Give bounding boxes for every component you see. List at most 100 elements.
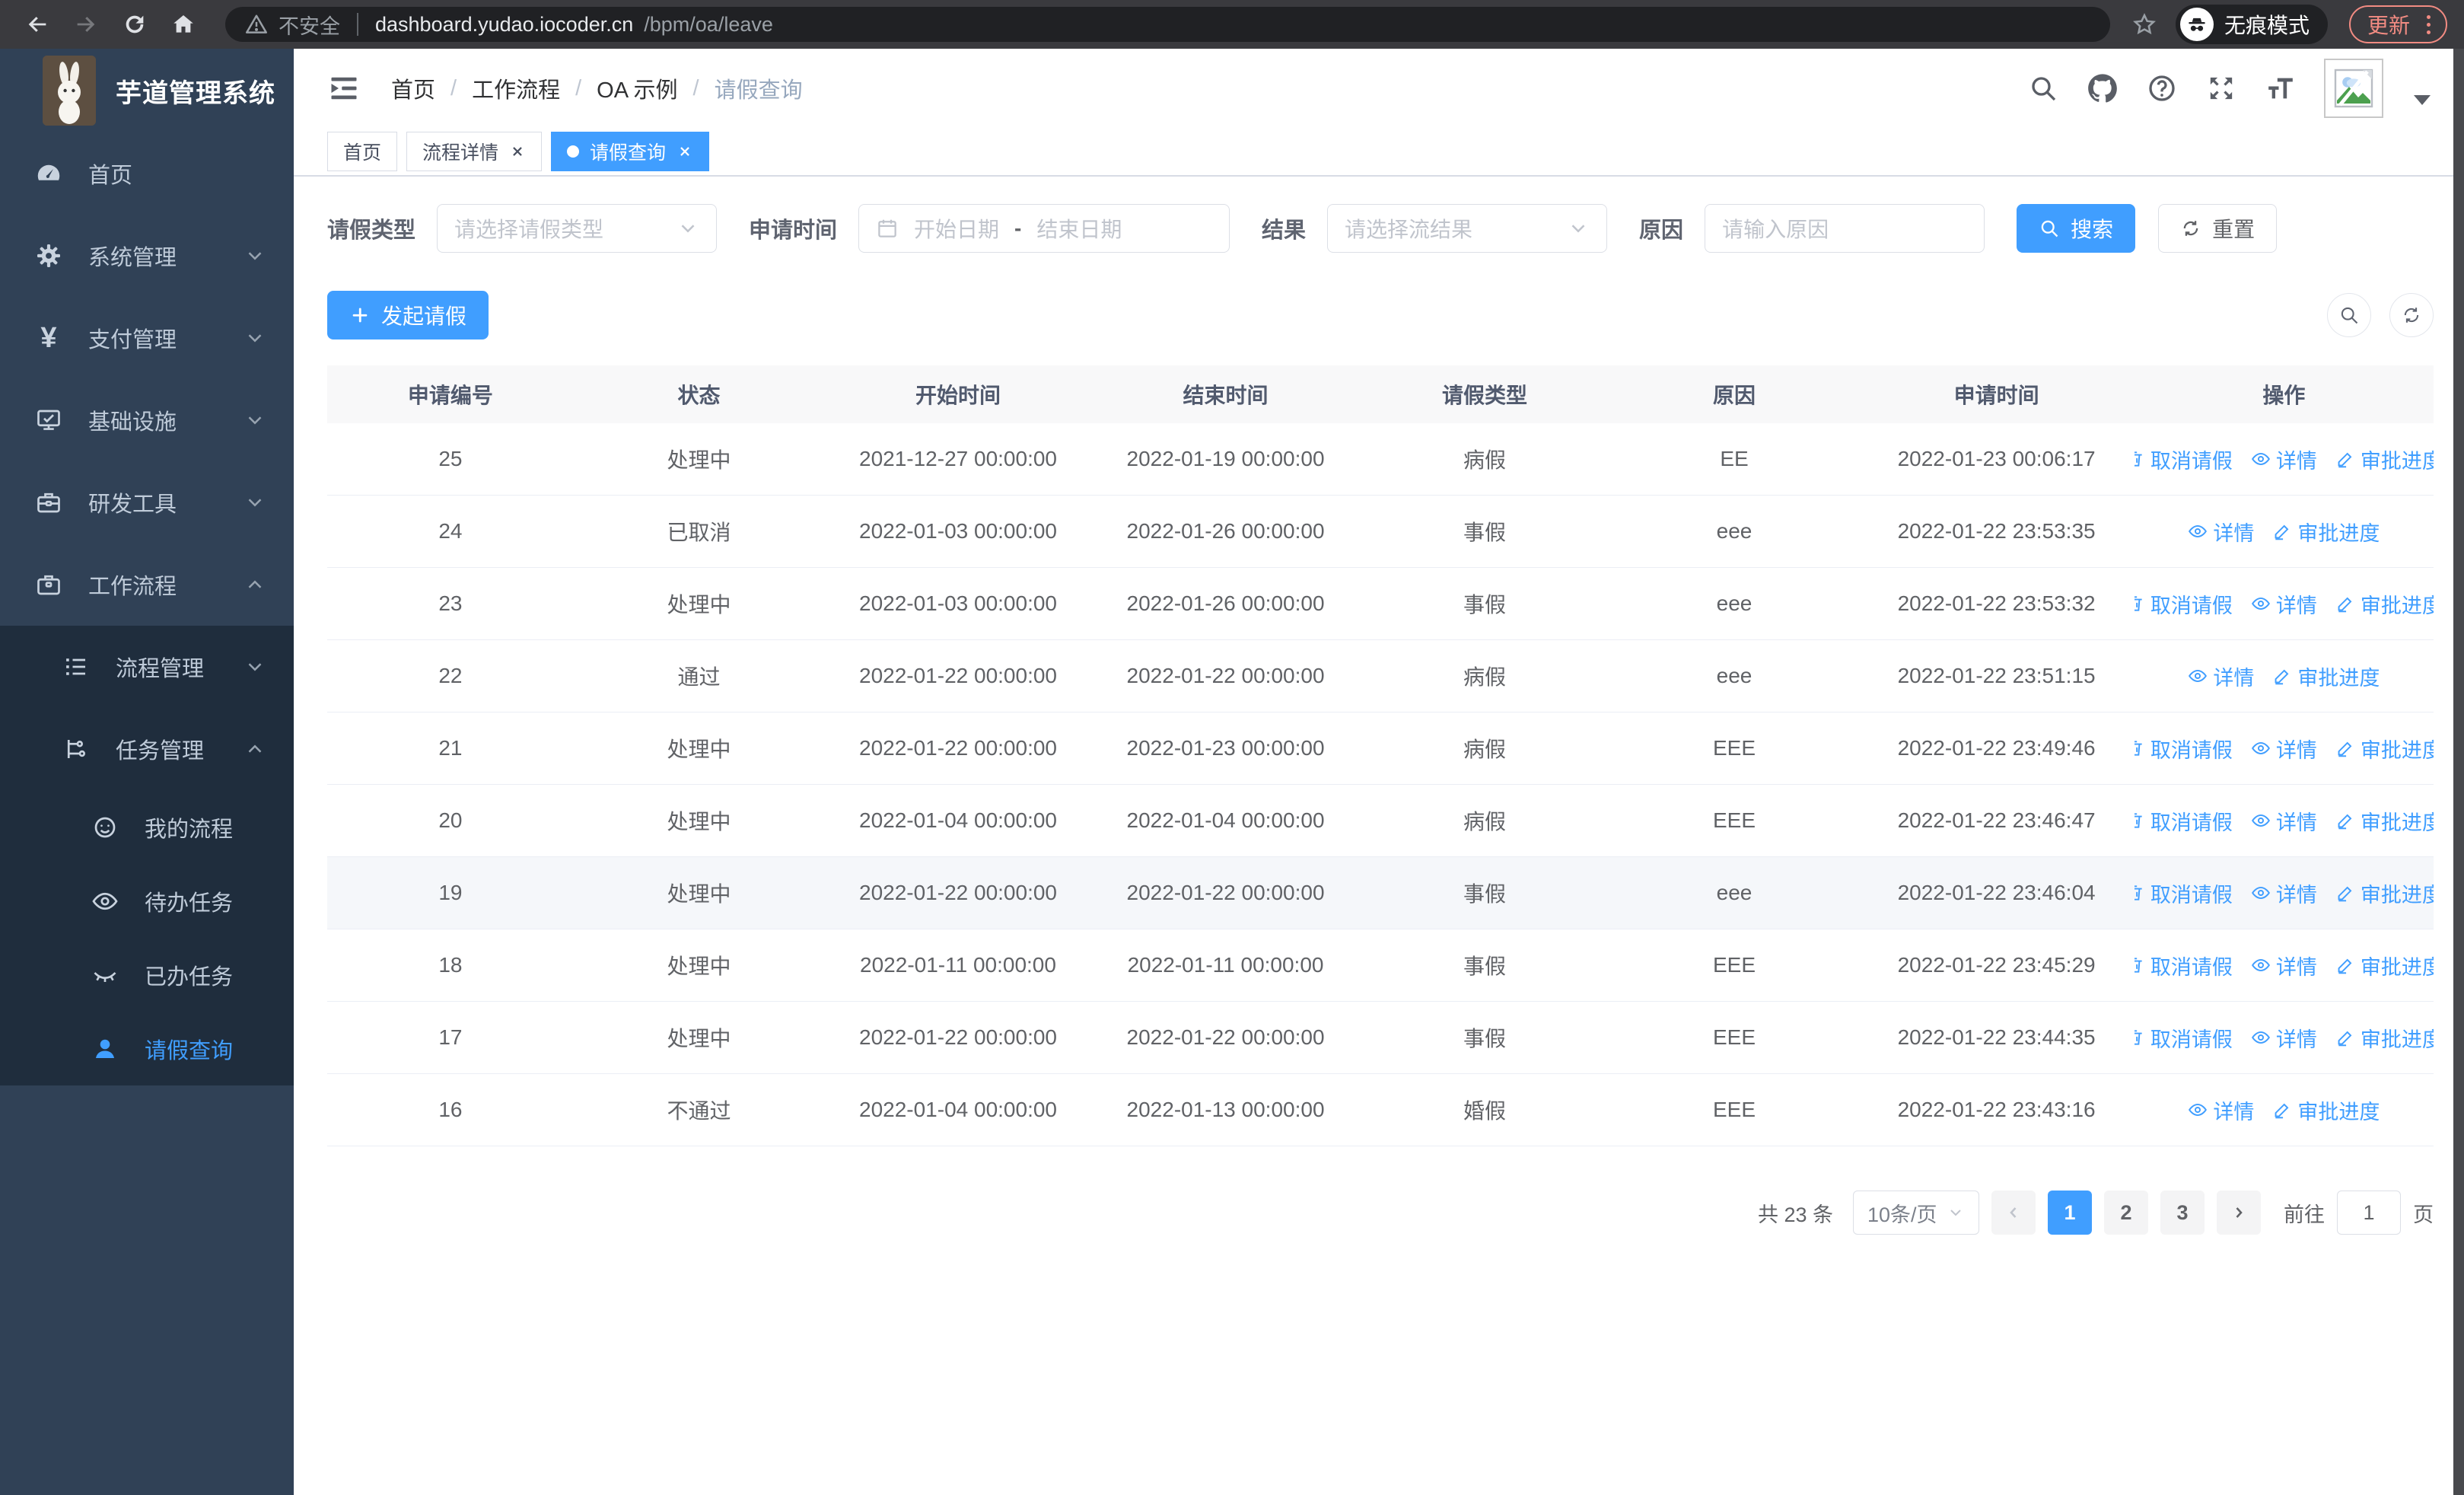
reset-button[interactable]: 重置 (2158, 204, 2278, 253)
cell-type: 病假 (1463, 665, 1506, 689)
next-page-button[interactable] (2217, 1191, 2261, 1235)
show-search-toggle-button[interactable] (2327, 293, 2371, 337)
detail-link[interactable]: 详情 (2251, 878, 2317, 908)
breadcrumb-home[interactable]: 首页 (391, 72, 435, 104)
detail-link[interactable]: 详情 (2251, 445, 2317, 474)
forward-icon (65, 4, 107, 45)
approval-progress-link[interactable]: 审批进度 (2335, 951, 2434, 980)
page-button-1[interactable]: 1 (2048, 1191, 2092, 1235)
cancel-leave-link[interactable]: 取消请假 (2134, 445, 2233, 474)
leave-type-select[interactable]: 请选择请假类型 (437, 204, 718, 253)
approval-progress-link[interactable]: 审批进度 (2335, 878, 2434, 908)
cancel-leave-link[interactable]: 取消请假 (2134, 734, 2233, 763)
address-divider (357, 13, 358, 36)
address-bar[interactable]: 不安全 dashboard.yudao.iocoder.cn/bpm/oa/le… (225, 7, 2110, 42)
breadcrumb-workflow[interactable]: 工作流程 (472, 72, 560, 104)
github-icon[interactable] (2087, 72, 2119, 104)
sidebar-item-workflow[interactable]: 工作流程 (0, 543, 294, 626)
url-host[interactable]: dashboard.yudao.iocoder.cn (375, 13, 633, 37)
cell-applied: 2022-01-22 23:49:46 (1897, 736, 2096, 760)
sidebar-collapse-icon[interactable] (327, 72, 361, 105)
tab-home[interactable]: 首页 (327, 132, 398, 171)
tab-leave-query[interactable]: 请假查询 (551, 132, 710, 171)
cell-applied: 2022-01-22 23:46:04 (1897, 881, 2096, 904)
sidebar-item-my-process[interactable]: 我的流程 (0, 790, 294, 864)
sidebar-item-leave-query[interactable]: 请假查询 (0, 1012, 294, 1085)
sidebar-item-task-management[interactable]: 任务管理 (0, 708, 294, 790)
header-actions (2027, 59, 2431, 118)
update-button[interactable]: 更新 (2348, 5, 2447, 43)
tab-process-detail[interactable]: 流程详情 (406, 132, 543, 171)
bookmark-star-icon[interactable] (2131, 11, 2157, 37)
app-logo-row[interactable]: 芋道管理系统 (0, 49, 294, 132)
url-path[interactable]: /bpm/oa/leave (644, 13, 773, 37)
approval-progress-link[interactable]: 审批进度 (2335, 806, 2434, 836)
detail-link[interactable]: 详情 (2251, 734, 2317, 763)
user-menu-caret-icon[interactable] (2414, 94, 2431, 105)
approval-progress-link[interactable]: 审批进度 (2335, 445, 2434, 474)
fullscreen-icon[interactable] (2205, 72, 2237, 104)
sidebar-item-system[interactable]: 系统管理 (0, 215, 294, 297)
eye-closed-icon (90, 960, 120, 990)
detail-link[interactable]: 详情 (2188, 661, 2254, 691)
home-icon[interactable] (163, 4, 204, 45)
table-row: 17 处理中 2022-01-22 00:00:00 2022-01-22 00:00… (327, 1002, 2434, 1074)
page-size-select[interactable]: 10条/页 (1853, 1191, 1979, 1235)
approval-progress-link[interactable]: 审批进度 (2335, 734, 2434, 763)
cancel-leave-link[interactable]: 取消请假 (2134, 1023, 2233, 1053)
update-label[interactable]: 更新 (2367, 9, 2410, 40)
detail-link[interactable]: 详情 (2188, 1095, 2254, 1125)
prev-page-button[interactable] (1991, 1191, 2036, 1235)
avatar[interactable] (2324, 59, 2383, 118)
sidebar-item-done-tasks[interactable]: 已办任务 (0, 938, 294, 1012)
sidebar-item-home[interactable]: 首页 (0, 132, 294, 215)
detail-link[interactable]: 详情 (2251, 951, 2317, 980)
back-icon[interactable] (17, 4, 58, 45)
cancel-leave-link[interactable]: 取消请假 (2134, 951, 2233, 980)
font-size-icon[interactable] (2265, 72, 2297, 104)
close-icon[interactable] (509, 143, 526, 160)
approval-progress-link[interactable]: 审批进度 (2272, 517, 2380, 547)
approval-progress-link[interactable]: 审批进度 (2272, 661, 2380, 691)
action-label: 取消请假 (2150, 1028, 2233, 1051)
sidebar-item-process-management[interactable]: 流程管理 (0, 626, 294, 708)
sidebar-item-label: 待办任务 (145, 891, 234, 916)
approval-progress-link[interactable]: 审批进度 (2335, 1023, 2434, 1053)
approval-progress-link[interactable]: 审批进度 (2335, 589, 2434, 619)
sidebar-item-infrastructure[interactable]: 基础设施 (0, 379, 294, 461)
refresh-table-button[interactable] (2389, 293, 2434, 337)
goto-page-input[interactable] (2337, 1191, 2401, 1235)
breadcrumb-oa-example[interactable]: OA 示例 (597, 72, 677, 104)
sidebar-item-devtools[interactable]: 研发工具 (0, 461, 294, 543)
not-secure-warning-icon[interactable] (245, 13, 268, 36)
result-select[interactable]: 请选择流结果 (1327, 204, 1608, 253)
cancel-leave-link[interactable]: 取消请假 (2134, 589, 2233, 619)
search-button[interactable]: 搜索 (2017, 204, 2136, 253)
result-label: 结果 (1262, 218, 1307, 243)
end-date-placeholder[interactable]: 结束日期 (1036, 213, 1122, 244)
window-scrollbar[interactable] (2453, 49, 2464, 1495)
reason-input[interactable]: 请输入原因 (1705, 204, 1985, 253)
sidebar-item-payment[interactable]: ¥ 支付管理 (0, 297, 294, 379)
create-leave-button[interactable]: 发起请假 (327, 291, 489, 339)
detail-link[interactable]: 详情 (2188, 517, 2254, 547)
reload-icon[interactable] (114, 4, 155, 45)
date-range-picker[interactable]: 开始日期 - 结束日期 (858, 204, 1230, 253)
sidebar-item-todo-tasks[interactable]: 待办任务 (0, 864, 294, 938)
close-icon[interactable] (676, 143, 693, 160)
approval-progress-link[interactable]: 审批进度 (2272, 1095, 2380, 1125)
search-icon[interactable] (2027, 72, 2059, 104)
start-date-placeholder[interactable]: 开始日期 (914, 213, 999, 244)
detail-link[interactable]: 详情 (2251, 589, 2317, 619)
detail-link[interactable]: 详情 (2251, 1023, 2317, 1053)
browser-menu-icon[interactable] (2424, 12, 2434, 37)
cancel-leave-link[interactable]: 取消请假 (2134, 806, 2233, 836)
help-icon[interactable] (2146, 72, 2178, 104)
cell-end: 2022-01-22 00:00:00 (1126, 664, 1325, 687)
page-button-2[interactable]: 2 (2104, 1191, 2148, 1235)
cell-applied: 2022-01-22 23:44:35 (1897, 1025, 2096, 1049)
security-label[interactable]: 不安全 (279, 10, 340, 40)
cancel-leave-link[interactable]: 取消请假 (2134, 878, 2233, 908)
detail-link[interactable]: 详情 (2251, 806, 2317, 836)
page-button-3[interactable]: 3 (2160, 1191, 2205, 1235)
